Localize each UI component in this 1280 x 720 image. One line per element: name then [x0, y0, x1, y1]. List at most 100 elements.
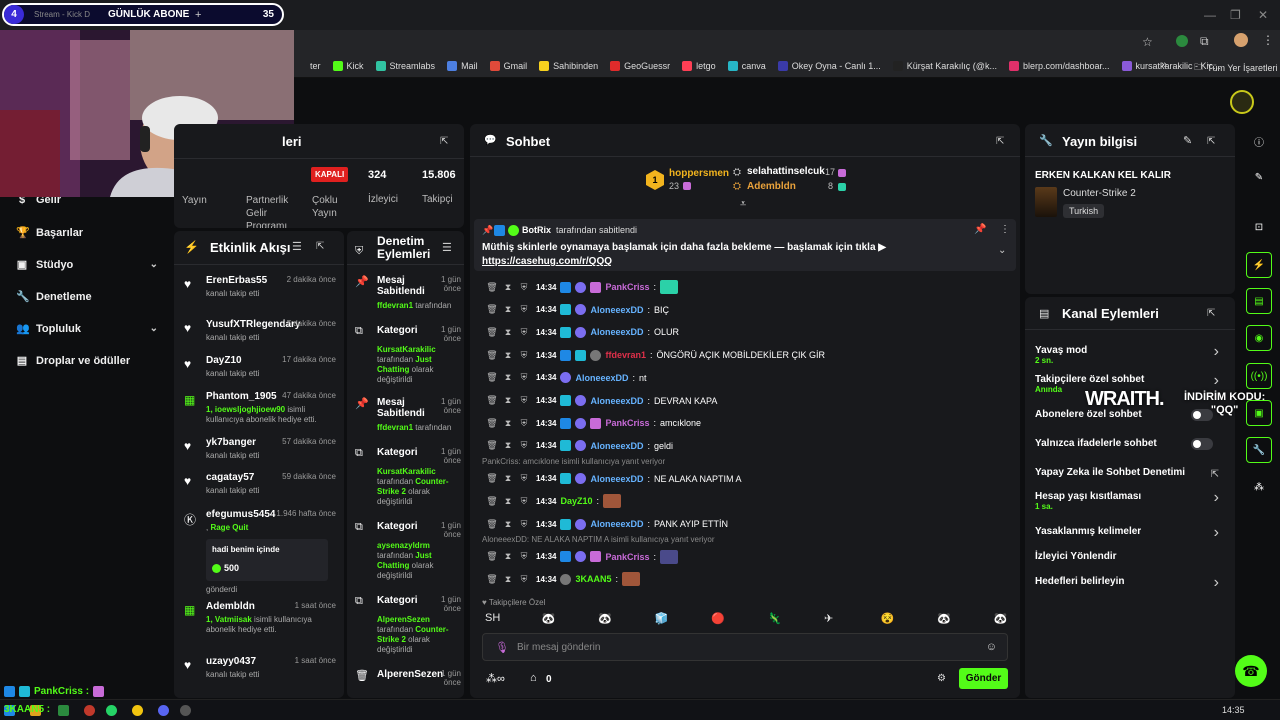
- channel-avatar[interactable]: [1230, 90, 1254, 114]
- emote-option[interactable]: ✈: [824, 612, 833, 625]
- emote-option[interactable]: 🔴: [711, 612, 725, 625]
- delete-icon[interactable]: 🗑: [486, 304, 498, 315]
- delete-icon[interactable]: 🗑: [486, 282, 498, 293]
- bookmark-item[interactable]: Gmail: [489, 60, 527, 71]
- bookmark-item[interactable]: canva: [727, 60, 766, 71]
- discord-icon[interactable]: [158, 705, 169, 716]
- timeout-icon[interactable]: ⧗: [502, 574, 514, 585]
- puzzle-icon[interactable]: ⧉: [1200, 34, 1209, 49]
- delete-icon[interactable]: 🗑: [486, 551, 498, 562]
- bookmark-item[interactable]: Kick: [332, 60, 364, 71]
- minimize-icon[interactable]: —: [1204, 8, 1216, 22]
- message-username[interactable]: AloneeexDD: [590, 519, 643, 529]
- popout-icon[interactable]: ⇱: [1207, 136, 1219, 148]
- unpin-icon[interactable]: 📌: [974, 224, 986, 235]
- broadcast-icon[interactable]: ((•)): [1246, 363, 1272, 389]
- sidebar-item-1[interactable]: 🏆 Başarılar: [16, 226, 158, 240]
- timeout-icon[interactable]: ⧗: [502, 395, 514, 406]
- timeout-icon[interactable]: ⧗: [502, 350, 514, 361]
- bolt-icon[interactable]: ⚡: [1246, 252, 1272, 278]
- profile-avatar[interactable]: [1234, 33, 1248, 47]
- ban-icon[interactable]: ⛨: [518, 519, 530, 530]
- emote-option[interactable]: 🧊: [655, 612, 669, 625]
- emote-option[interactable]: 🐼: [994, 612, 1008, 625]
- channel-action-item[interactable]: Hesap yaşı kısıtlaması 1 sa. ›: [1035, 489, 1225, 511]
- edit-icon[interactable]: ✎: [1246, 164, 1272, 190]
- chevron-right-icon[interactable]: ›: [1214, 574, 1219, 592]
- chevron-down-icon[interactable]: ⌄: [998, 245, 1006, 256]
- delete-icon[interactable]: 🗑: [486, 395, 498, 406]
- delete-icon[interactable]: 🗑: [486, 372, 498, 383]
- activity-username[interactable]: yk7banger: [206, 437, 256, 448]
- activity-username[interactable]: uzayy0437: [206, 656, 256, 667]
- bookmark-item[interactable]: GeoGuessr: [610, 60, 670, 71]
- emote-option[interactable]: 🐼: [598, 612, 612, 625]
- extension-icon[interactable]: [1176, 35, 1188, 47]
- moderation-actor[interactable]: KursatKarakilic: [377, 467, 436, 476]
- chevron-down-icon[interactable]: ⌄: [150, 323, 158, 334]
- sidebar-item-5[interactable]: ▤ Droplar ve ödüller: [16, 354, 158, 368]
- chevron-right-icon[interactable]: ›: [1214, 372, 1219, 390]
- ban-icon[interactable]: ⛨: [518, 395, 530, 406]
- activity-username[interactable]: efegumus5454: [206, 509, 275, 520]
- emote-option[interactable]: 🦎: [768, 612, 782, 625]
- activity-username[interactable]: Adembldn: [206, 601, 255, 612]
- activity-username[interactable]: DayZ10: [206, 355, 242, 366]
- delete-icon[interactable]: 🗑: [486, 496, 498, 507]
- message-username[interactable]: AloneeexDD: [590, 327, 643, 337]
- emote-option[interactable]: 😵: [881, 612, 895, 625]
- moderation-actor[interactable]: ffdevran1: [377, 423, 413, 432]
- channel-icon[interactable]: ▣: [1246, 400, 1272, 426]
- activity-username[interactable]: ErenErbas55: [206, 275, 267, 286]
- channel-action-item[interactable]: Yapay Zeka ile Sohbet Denetimi ⇱: [1035, 467, 1225, 480]
- all-bookmarks[interactable]: 🗀 Tüm Yer İşaretleri: [1194, 60, 1278, 76]
- users-icon[interactable]: ⁂∞: [486, 672, 505, 685]
- edit-icon[interactable]: ✎: [1183, 134, 1192, 147]
- delete-icon[interactable]: 🗑: [486, 574, 498, 585]
- bookmark-item[interactable]: Streamlabs: [375, 60, 435, 71]
- chrome-icon[interactable]: [132, 705, 143, 716]
- message-username[interactable]: DayZ10: [560, 496, 592, 506]
- ban-icon[interactable]: ⛨: [518, 327, 530, 338]
- whatsapp-icon[interactable]: [106, 705, 117, 716]
- moderation-actor[interactable]: aysenazyldrm: [377, 541, 430, 550]
- top-gifter-1[interactable]: hoppersmen: [669, 168, 729, 179]
- pinned-by[interactable]: BotRix: [522, 225, 551, 235]
- channel-action-item[interactable]: Hedefleri belirleyin ›: [1035, 574, 1225, 591]
- toggle-switch[interactable]: [1191, 438, 1213, 450]
- collapse-icon[interactable]: ⩡: [740, 198, 746, 211]
- ban-icon[interactable]: ⛨: [518, 574, 530, 585]
- document-icon[interactable]: ▤: [1246, 288, 1272, 314]
- filter-icon[interactable]: ☰: [292, 240, 302, 253]
- bookmark-item[interactable]: blerp.com/dashboar...: [1008, 60, 1110, 71]
- send-button[interactable]: Gönder: [959, 668, 1008, 689]
- ban-icon[interactable]: ⛨: [518, 496, 530, 507]
- sidebar-item-2[interactable]: ▣ Stüdyo ⌄: [16, 258, 158, 272]
- pinned-link[interactable]: https://casehug.com/r/QQQ: [482, 256, 612, 267]
- bookmark-item[interactable]: Kürşat Karakılıç (@k...: [892, 60, 997, 71]
- close-icon[interactable]: ✕: [1258, 8, 1268, 22]
- timeout-icon[interactable]: ⧗: [502, 327, 514, 338]
- delete-icon[interactable]: 🗑: [486, 519, 498, 530]
- ban-icon[interactable]: ⛨: [518, 372, 530, 383]
- settings-icon[interactable]: ⚙: [937, 673, 946, 684]
- chevron-right-icon[interactable]: ›: [1214, 489, 1219, 507]
- moderation-actor[interactable]: ffdevran1: [377, 301, 413, 310]
- support-button[interactable]: ☎: [1235, 655, 1267, 687]
- delete-icon[interactable]: 🗑: [486, 418, 498, 429]
- timeout-icon[interactable]: ⧗: [502, 304, 514, 315]
- crop-icon[interactable]: ⊡: [1246, 214, 1272, 240]
- bookmark-item[interactable]: Mail: [447, 60, 478, 71]
- obs-icon[interactable]: [180, 705, 191, 716]
- moderation-actor[interactable]: KursatKarakilic: [377, 345, 436, 354]
- ban-icon[interactable]: ⛨: [518, 473, 530, 484]
- message-username[interactable]: PankCriss: [605, 418, 649, 428]
- external-link-icon[interactable]: ⇱: [1211, 469, 1219, 480]
- message-username[interactable]: PankCriss: [605, 552, 649, 562]
- emoji-icon[interactable]: ☺: [986, 641, 997, 653]
- chevron-right-icon[interactable]: ›: [1214, 343, 1219, 361]
- delete-icon[interactable]: 🗑: [486, 327, 498, 338]
- message-username[interactable]: AloneeexDD: [590, 305, 643, 315]
- timeout-icon[interactable]: ⧗: [502, 519, 514, 530]
- timeout-icon[interactable]: ⧗: [502, 440, 514, 451]
